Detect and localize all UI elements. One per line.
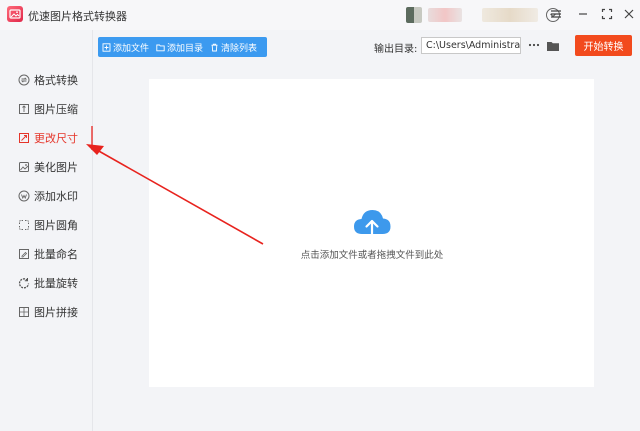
stitch-icon [18, 306, 30, 318]
beautify-icon [18, 161, 30, 173]
rounded-corner-icon [18, 219, 30, 231]
clear-list-label: 清除列表 [221, 43, 258, 54]
sidebar-item-label: 批量旋转 [34, 277, 78, 290]
more-icon[interactable] [527, 38, 541, 52]
sidebar-item-resize[interactable]: 更改尺寸 [18, 129, 78, 147]
sidebar-item-stitch[interactable]: 图片拼接 [18, 303, 78, 321]
cloud-upload-icon[interactable] [352, 208, 392, 242]
title-bar: 优速图片格式转换器 [0, 0, 640, 30]
sidebar-item-compress[interactable]: 图片压缩 [18, 100, 78, 118]
sidebar-item-rounded-corner[interactable]: 图片圆角 [18, 216, 78, 234]
blurred-user-name [482, 8, 538, 22]
menu-icon[interactable] [549, 7, 563, 21]
file-toolbar: 添加文件 添加目录 清除列表 [98, 37, 267, 57]
rename-icon [18, 248, 30, 260]
sidebar-item-watermark[interactable]: 添加水印 [18, 187, 78, 205]
app-logo-icon [7, 6, 23, 22]
app-title: 优速图片格式转换器 [28, 10, 127, 23]
sidebar-item-label: 图片压缩 [34, 103, 78, 116]
trash-icon [211, 43, 218, 51]
blurred-user-info [428, 8, 462, 22]
sidebar-item-label: 图片圆角 [34, 219, 78, 232]
user-account[interactable] [406, 6, 560, 24]
add-folder-label: 添加目录 [167, 43, 204, 54]
resize-icon [18, 132, 30, 144]
maximize-icon[interactable] [600, 7, 614, 21]
add-folder-button[interactable]: 添加目录 [156, 41, 203, 54]
close-icon[interactable] [622, 7, 636, 21]
sidebar-item-label: 格式转换 [34, 74, 78, 87]
sidebar-item-beautify[interactable]: 美化图片 [18, 158, 78, 176]
folder-icon [156, 44, 165, 51]
start-convert-button[interactable]: 开始转换 [575, 35, 632, 56]
minimize-icon[interactable] [576, 7, 590, 21]
watermark-icon [18, 190, 30, 202]
open-folder-icon[interactable] [546, 38, 560, 52]
file-plus-icon [102, 42, 111, 52]
avatar [406, 7, 422, 23]
sidebar-item-label: 美化图片 [34, 161, 78, 174]
output-dir-field[interactable]: C:\Users\Administrator\ [421, 37, 521, 54]
sidebar-item-rotate[interactable]: 批量旋转 [18, 274, 78, 292]
sidebar-item-label: 添加水印 [34, 190, 78, 203]
sidebar-item-rename[interactable]: 批量命名 [18, 245, 78, 263]
format-convert-icon [18, 74, 30, 86]
sidebar-item-format-convert[interactable]: 格式转换 [18, 71, 78, 89]
sidebar-item-label: 图片拼接 [34, 306, 78, 319]
drop-zone-hint: 点击添加文件或者拖拽文件到此处 [300, 250, 444, 261]
sidebar-item-label: 批量命名 [34, 248, 78, 261]
clear-list-button[interactable]: 清除列表 [210, 41, 257, 54]
sidebar-item-label: 更改尺寸 [34, 132, 78, 145]
add-file-label: 添加文件 [113, 43, 150, 54]
output-dir-label: 输出目录: [374, 44, 418, 55]
rotate-icon [18, 277, 30, 289]
add-file-button[interactable]: 添加文件 [102, 41, 149, 54]
compress-icon [18, 103, 30, 115]
